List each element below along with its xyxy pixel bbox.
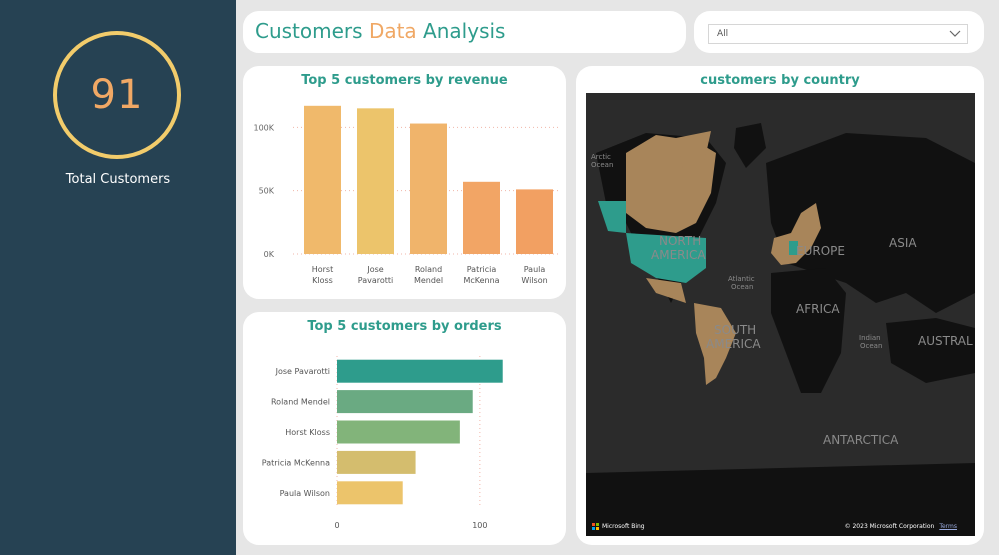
kpi-ring: 91 xyxy=(53,31,181,159)
revenue-chart: 0K 50K 100K Horst Kloss Jose Pavarotti Roland Me… xyxy=(253,105,558,285)
chevron-down-icon xyxy=(949,30,961,37)
x-tick-label: Paula Wilson xyxy=(521,265,547,285)
orders-bar[interactable] xyxy=(337,420,460,444)
y-tick-label: Horst Kloss xyxy=(285,428,330,437)
y-tick-label: Paula Wilson xyxy=(280,489,330,498)
x-tick-label: 0 xyxy=(334,521,339,530)
page-title-part2: Analysis xyxy=(416,19,506,43)
y-tick-label: Roland Mendel xyxy=(271,398,330,407)
orders-chart: 0 100 Jose Pavarotti Roland Mendel Horst Klo… xyxy=(262,356,503,530)
map-label-africa: AFRICA xyxy=(796,302,840,316)
x-tick-label: Horst Kloss xyxy=(312,265,334,285)
map-label-europe: EUROPE xyxy=(796,244,845,258)
bing-label: Microsoft Bing xyxy=(602,523,645,530)
revenue-bar[interactable] xyxy=(357,108,394,254)
copyright-text: © 2023 Microsoft Corporation xyxy=(844,523,935,530)
y-tick-label: Patricia McKenna xyxy=(262,458,330,467)
y-tick-label: 100K xyxy=(253,123,274,132)
x-tick-label: Jose Pavarotti xyxy=(358,265,394,285)
total-customers-value: 91 xyxy=(90,72,144,118)
bing-attribution: Microsoft Bing xyxy=(592,523,645,530)
y-tick-label: Jose Pavarotti xyxy=(275,367,330,376)
filter-card: All xyxy=(694,11,984,53)
filter-selected-value: All xyxy=(717,29,729,39)
y-tick-label: 0K xyxy=(264,250,275,259)
page-title-accent: Data xyxy=(368,19,417,43)
map-label-antarctica: ANTARCTICA xyxy=(823,433,899,447)
title-card: Customers Data Analysis xyxy=(243,11,686,53)
sidebar: 91 Total Customers xyxy=(0,0,236,555)
page-title-part1: Customers xyxy=(255,19,369,43)
orders-bar[interactable] xyxy=(337,481,403,505)
map-label-arctic: Arctic Ocean xyxy=(591,153,613,169)
revenue-bar[interactable] xyxy=(304,105,341,254)
revenue-chart-card: Top 5 customers by revenue 0K 50K 100K Hors… xyxy=(243,66,566,299)
map-label-atlantic: Atlantic Ocean xyxy=(728,275,755,291)
map-label-north-america: NORTH AMERICA xyxy=(651,234,706,262)
microsoft-logo-icon xyxy=(592,523,599,530)
map-title: customers by country xyxy=(700,73,860,88)
map-label-asia: ASIA xyxy=(889,236,917,250)
x-tick-label: Roland Mendel xyxy=(414,265,443,285)
map-card: customers by country Arctic Ocean NORTH … xyxy=(576,66,984,545)
terms-link[interactable]: Terms xyxy=(939,523,957,530)
page-title: Customers Data Analysis xyxy=(255,19,505,43)
revenue-bar[interactable] xyxy=(516,189,553,254)
map-label-south-america: SOUTH AMERICA xyxy=(706,323,761,351)
map-label-australia: AUSTRAL xyxy=(918,334,973,348)
customers-map[interactable]: Arctic Ocean NORTH AMERICA EUROPE ASIA Atl… xyxy=(586,93,975,536)
revenue-bar[interactable] xyxy=(463,181,500,254)
orders-bar[interactable] xyxy=(337,359,503,383)
map-label-indian: Indian Ocean xyxy=(859,334,882,350)
alaska-region[interactable] xyxy=(598,201,626,233)
world-map: Arctic Ocean NORTH AMERICA EUROPE ASIA Atl… xyxy=(586,123,975,536)
map-copyright: © 2023 Microsoft Corporation Terms xyxy=(845,523,957,530)
orders-chart-card: Top 5 customers by orders 0 100 Jose Pavar… xyxy=(243,312,566,545)
x-tick-label: 100 xyxy=(472,521,487,530)
filter-dropdown[interactable]: All xyxy=(708,24,968,44)
total-customers-label: Total Customers xyxy=(65,172,171,187)
x-tick-label: Patricia McKenna xyxy=(463,265,499,285)
orders-bar[interactable] xyxy=(337,450,416,474)
revenue-bar[interactable] xyxy=(410,123,447,255)
orders-bar[interactable] xyxy=(337,390,473,414)
y-tick-label: 50K xyxy=(259,187,275,196)
